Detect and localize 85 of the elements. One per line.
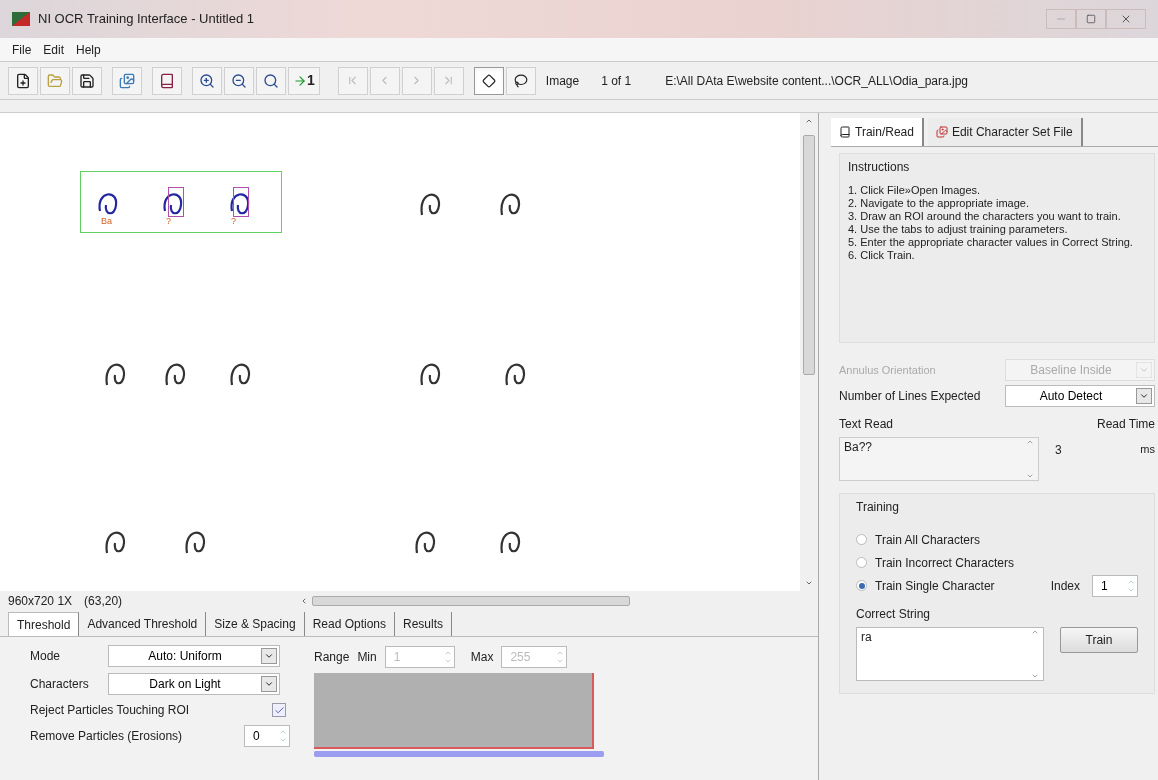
max-label: Max [470,649,494,666]
character-label: ? [166,217,171,226]
erosions-spinbox[interactable]: 0 [244,725,290,747]
radio-button[interactable] [856,557,867,568]
text-read-label: Text Read [839,416,894,433]
zoom-out-icon[interactable] [224,66,254,95]
correct-string-field[interactable]: ra [856,627,1044,681]
radio-label: Train All Characters [875,531,980,549]
instruction-line: 5. Enter the appropriate character values in Correct String. [848,236,1134,249]
instruction-line: 1. Click File»Open Images. [848,184,982,197]
panel-tab[interactable]: Edit Character Set File [927,118,1083,146]
panel-tab[interactable]: Train/Read [831,118,924,146]
menu-item[interactable]: Help [76,40,101,59]
radio-button[interactable] [856,580,867,591]
scroll-up-icon[interactable] [805,117,813,125]
mode-dropdown[interactable]: Auto: Uniform [108,645,280,667]
menu-item[interactable]: Edit [43,40,65,59]
erosions-label: Remove Particles (Erosions) [30,728,183,745]
index-spinbox[interactable]: 1 [1092,574,1138,597]
text-read-field[interactable]: Ba?? [839,437,1039,481]
mode-label: Mode [30,648,62,665]
radio-label: Train Single Character [875,577,995,595]
annulus-label: Annulus Orientation [839,362,936,378]
reject-particles-label: Reject Particles Touching ROI [30,702,190,719]
go-to-button[interactable]: 1 [288,66,320,95]
training-title: Training [856,499,900,516]
train-button[interactable]: Train [1060,627,1138,653]
instruction-line: 6. Click Train. [848,249,916,262]
save-icon[interactable] [72,66,102,95]
maximize-button[interactable] [1076,9,1106,29]
scroll-down-icon[interactable] [1026,472,1034,480]
min-label: Min [357,649,377,666]
images-icon [935,126,948,138]
scrollbar-thumb[interactable] [803,135,815,375]
character-label: Ba [101,217,112,226]
image-size-label: 960x720 1X [8,593,73,610]
checkbox[interactable] [272,703,286,717]
index-label: Index [1050,577,1080,595]
zoom-actual-size-icon[interactable] [256,66,286,95]
roi-rectangle[interactable] [80,171,282,233]
characters-label: Characters [30,676,90,693]
instruction-line: 2. Navigate to the appropriate image. [848,197,1030,210]
settings-tab[interactable]: Read Options [304,612,395,636]
read-time-value: 3 [1055,442,1062,459]
minimize-button[interactable] [1046,9,1076,29]
radio-label: Train Incorrect Characters [875,554,1014,572]
window-title: NI OCR Training Interface - Untitled 1 [38,10,255,29]
lines-expected-label: Number of Lines Expected [839,388,981,405]
horizontal-scrollbar[interactable] [300,595,631,607]
read-time-unit: ms [1140,442,1155,457]
settings-tab[interactable]: Advanced Threshold [79,612,207,636]
close-button[interactable] [1106,9,1146,29]
settings-tab[interactable]: Threshold [8,612,80,636]
app-logo-icon [12,12,30,26]
book-icon[interactable] [152,66,182,95]
file-path: E:\All DAta E\website content...\OCR_ALL\Odia_para.jpg [665,72,968,90]
instructions-title: Instructions [848,159,911,176]
scrollbar-thumb[interactable] [312,596,631,606]
radio-button[interactable] [856,534,867,545]
correct-string-label: Correct String [856,606,932,623]
zoom-in-icon[interactable] [192,66,222,95]
new-file-icon[interactable] [8,66,38,95]
close-icon [1120,13,1132,25]
cursor-coordinates: (63,20) [84,593,123,610]
read-time-label: Read Time [1096,416,1155,433]
scroll-up-icon[interactable] [1026,438,1034,446]
instruction-line: 4. Use the tabs to adjust training parameters. [848,223,1069,236]
characters-dropdown[interactable]: Dark on Light [108,673,280,695]
scroll-down-icon[interactable] [805,579,813,587]
scroll-down-icon[interactable] [1031,672,1039,680]
settings-tab[interactable]: Size & Spacing [206,612,305,636]
range-label: Range [314,649,350,666]
instruction-line: 3. Draw an ROI around the characters you want to train. [848,210,1122,223]
book-icon [839,126,851,138]
image-counter: 1 of 1 [601,72,632,90]
menu-item[interactable]: File [12,40,32,59]
scroll-up-icon[interactable] [1031,628,1039,636]
lasso-tool-icon[interactable] [505,66,536,95]
character-label: ? [231,217,236,226]
lines-expected-dropdown[interactable]: Auto Detect [1005,385,1155,407]
images-icon[interactable] [112,66,142,95]
maximize-icon [1086,14,1096,24]
image-label: Image [545,72,580,90]
rectangle-tool-icon[interactable] [473,66,504,95]
settings-tab[interactable]: Results [395,612,453,636]
